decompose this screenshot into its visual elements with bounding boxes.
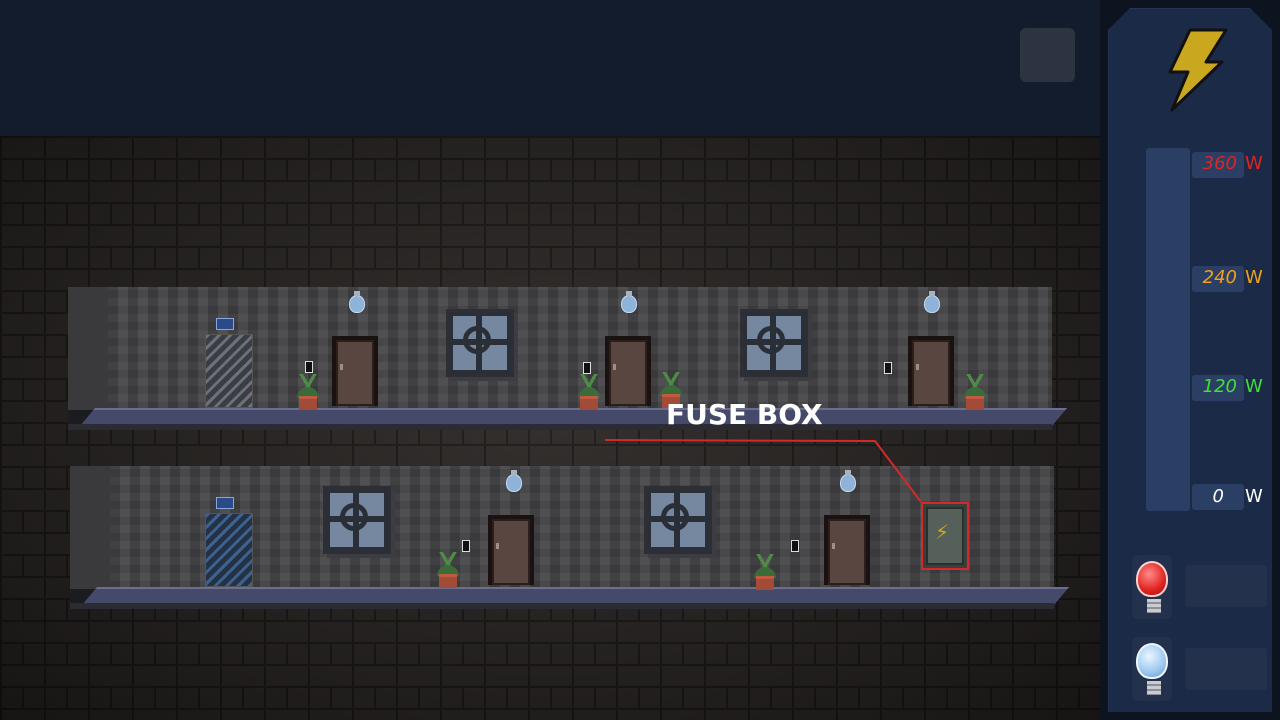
scale-unit-120: W bbox=[1245, 376, 1263, 397]
red-bulb-icon bbox=[1136, 561, 1168, 613]
power-usage-meter bbox=[1146, 148, 1190, 511]
scale-unit-240: W bbox=[1245, 267, 1263, 288]
fuse-box-callout-line bbox=[604, 439, 922, 503]
scale-unit-360: W bbox=[1245, 153, 1263, 174]
blue-bulb-count bbox=[1185, 648, 1267, 690]
fuse-box-label: FUSE BOX bbox=[666, 398, 823, 431]
scale-value-0: 0 bbox=[1212, 486, 1224, 507]
scale-value-360: 360 bbox=[1202, 153, 1237, 174]
blue-bulb-slot[interactable] bbox=[1132, 637, 1172, 701]
scale-value-240: 240 bbox=[1202, 267, 1237, 288]
lightning-bolt-icon bbox=[1168, 28, 1228, 112]
scale-value-120: 120 bbox=[1202, 376, 1237, 397]
scale-unit-0: W bbox=[1245, 486, 1263, 507]
red-bulb-count bbox=[1185, 565, 1267, 607]
blue-bulb-icon bbox=[1136, 643, 1168, 695]
red-bulb-slot[interactable] bbox=[1132, 555, 1172, 619]
